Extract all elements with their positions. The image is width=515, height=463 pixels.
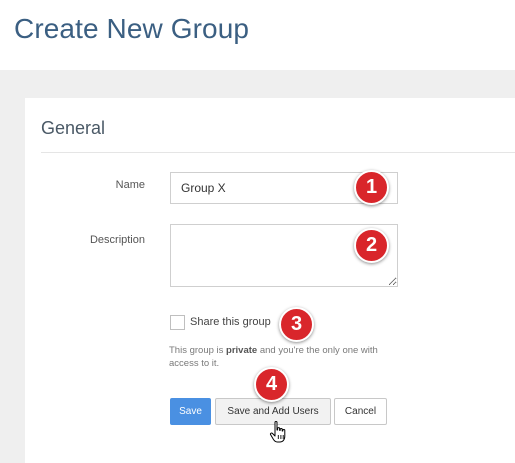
annotation-badge-3: 3 xyxy=(279,307,314,342)
section-divider xyxy=(41,152,515,153)
hand-pointer-icon xyxy=(269,420,286,443)
section-heading: General xyxy=(41,118,106,138)
share-row: Share this group xyxy=(170,313,271,331)
annotation-badge-4: 4 xyxy=(254,367,289,402)
annotation-badge-1: 1 xyxy=(354,170,389,205)
save-button[interactable]: Save xyxy=(170,398,211,425)
share-help-text: This group is private and you're the onl… xyxy=(169,344,409,370)
general-panel: General Name Description Share this grou… xyxy=(25,98,515,463)
share-checkbox-label[interactable]: Share this group xyxy=(190,316,271,328)
page-title: Create New Group xyxy=(14,13,250,44)
annotation-badge-2: 2 xyxy=(354,228,389,263)
description-label: Description xyxy=(89,234,145,246)
help-text-prefix: This group is xyxy=(169,345,227,356)
name-label: Name xyxy=(115,179,145,191)
help-text-emphasis: private xyxy=(226,345,258,356)
cancel-button[interactable]: Cancel xyxy=(334,398,387,425)
share-checkbox[interactable] xyxy=(170,314,185,330)
